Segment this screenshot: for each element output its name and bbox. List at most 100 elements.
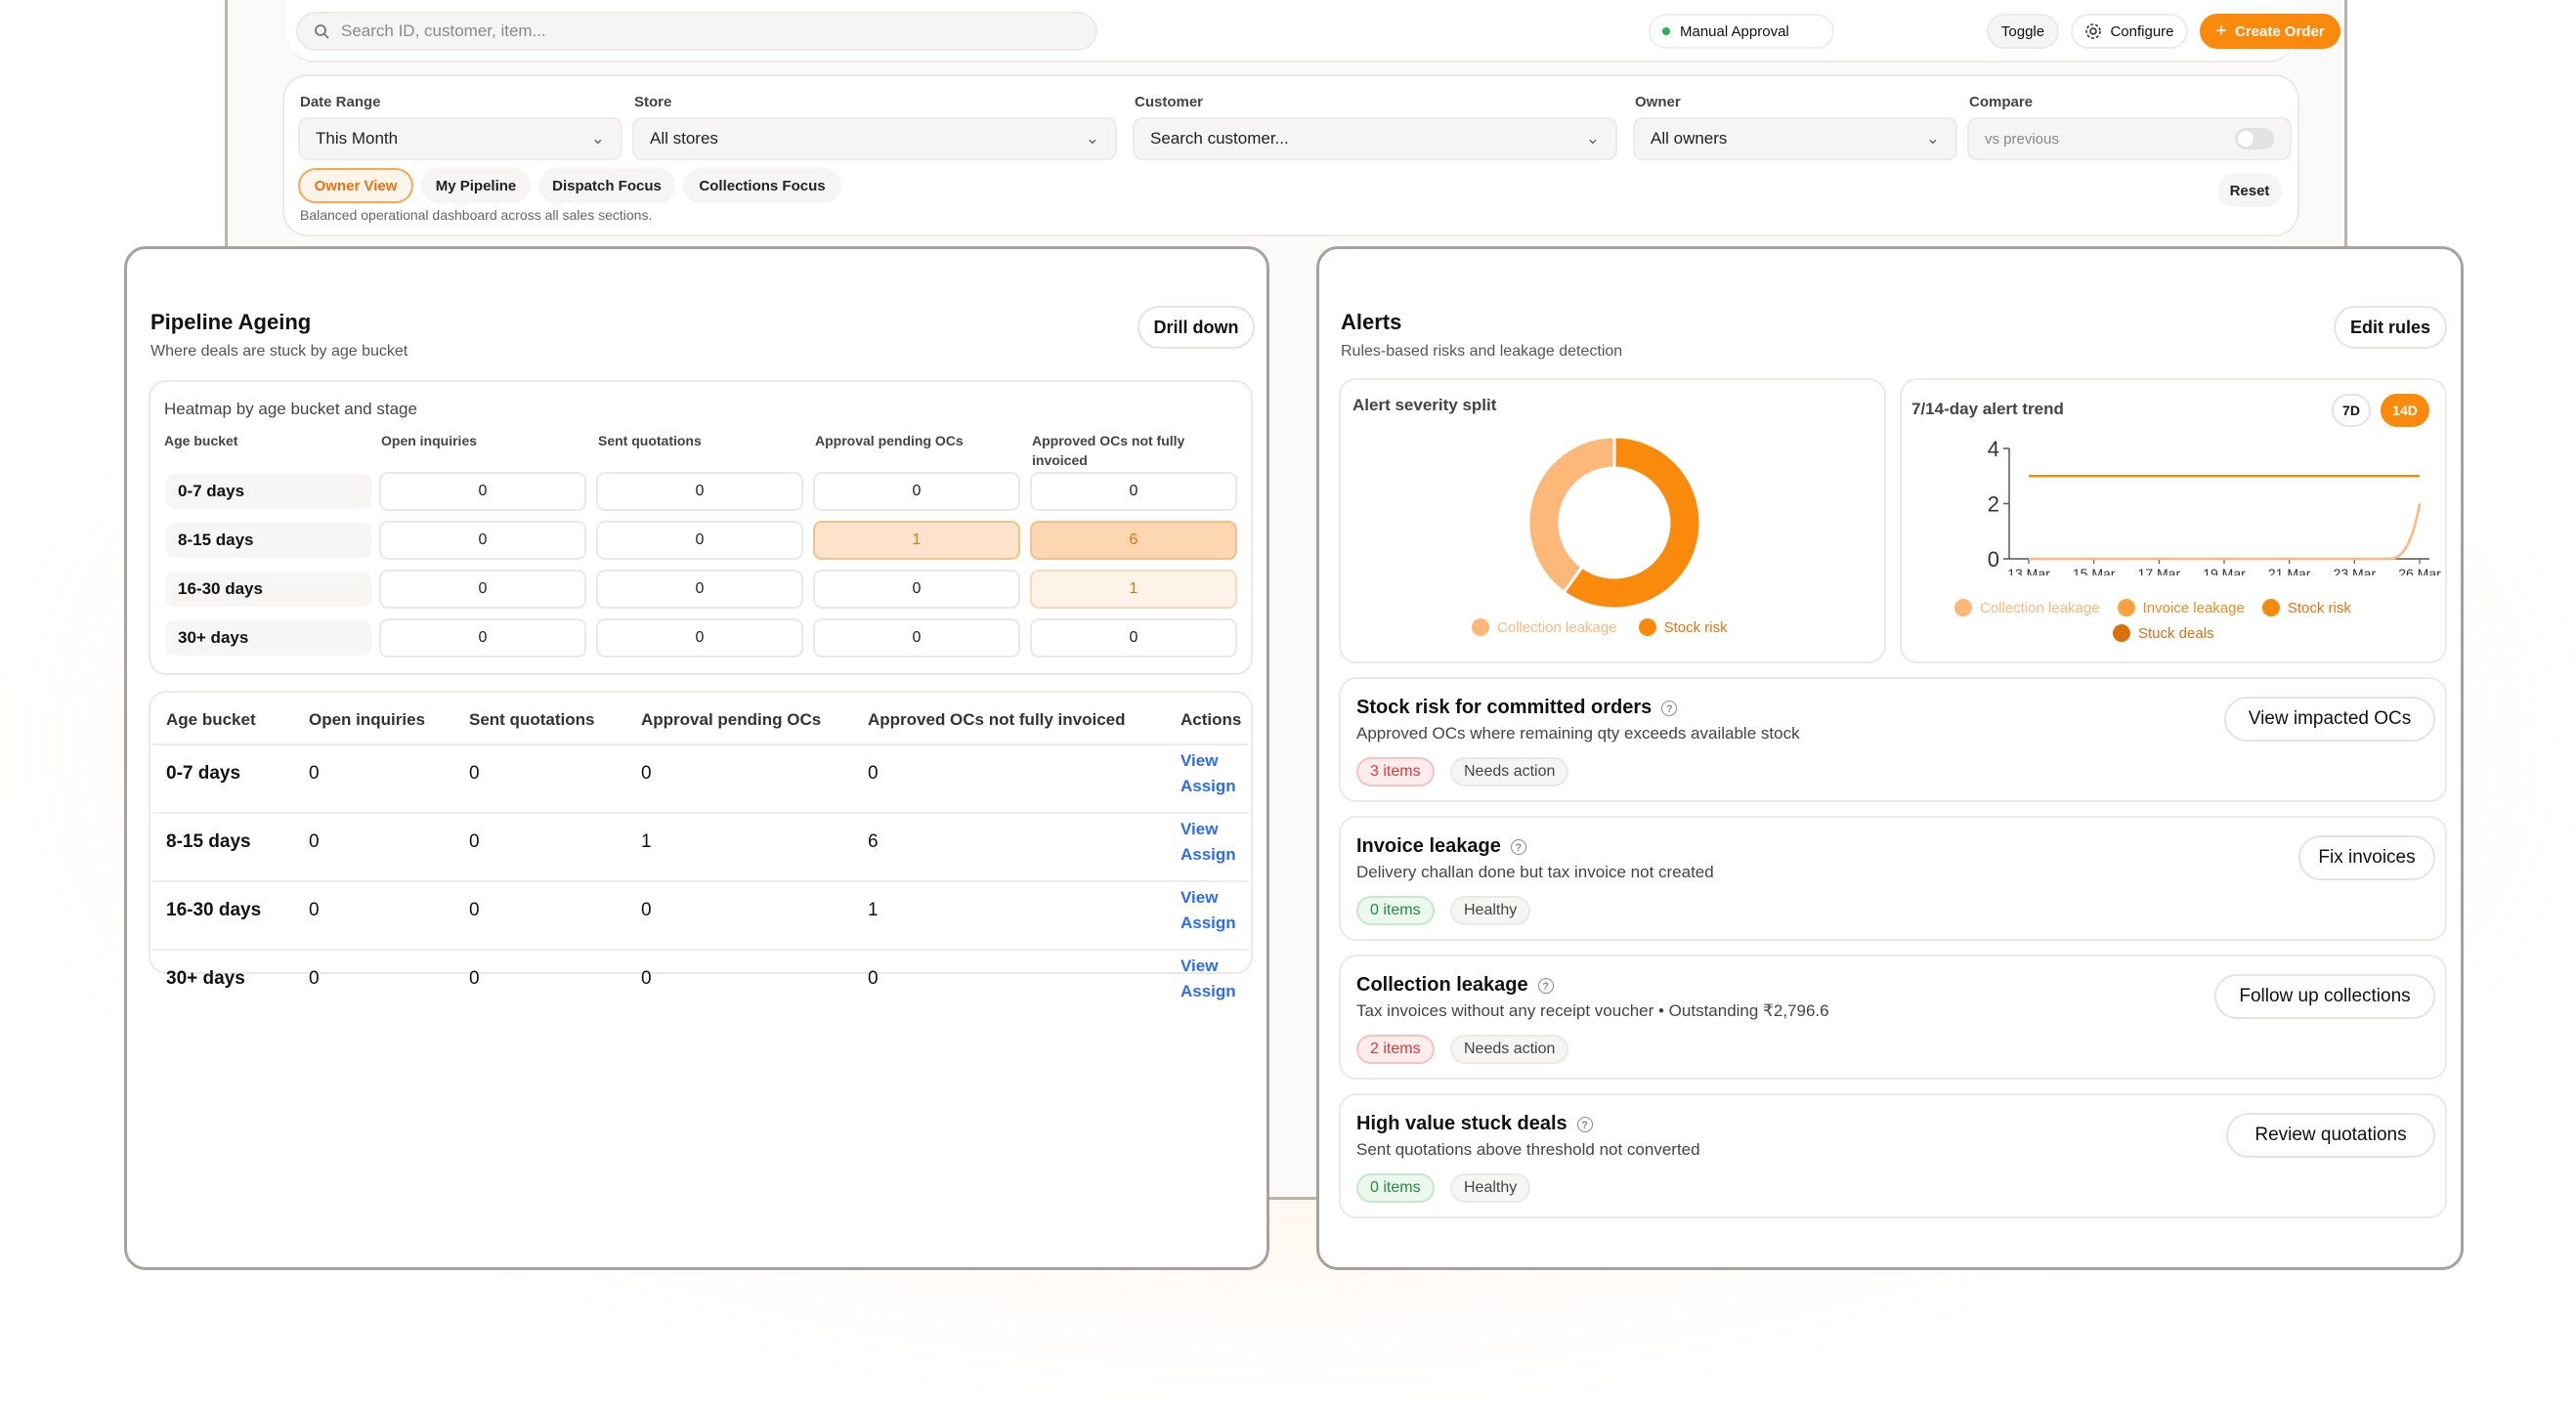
trend-card: 7/14-day alert trend 7D 14D 0 2 4 13 Mar 15 … — [1900, 378, 2447, 663]
chevron-down-icon: ⌄ — [590, 129, 605, 148]
view-link[interactable]: View — [1181, 888, 1218, 908]
heatmap-cell[interactable]: 0 — [379, 570, 586, 609]
heatmap-cell[interactable]: 0 — [379, 618, 586, 658]
toggle-button[interactable]: Toggle — [1987, 14, 2059, 49]
heatmap-cell[interactable]: 0 — [1030, 618, 1237, 658]
create-order-label: Create Order — [2234, 22, 2325, 40]
alert-description: Tax invoices without any receipt voucher… — [1356, 1001, 1829, 1020]
status-badge: Healthy — [1450, 896, 1531, 925]
create-order-button[interactable]: + Create Order — [2200, 14, 2340, 49]
table-cell: 0 — [469, 763, 480, 784]
approval-status: Manual Approval — [1649, 14, 1834, 49]
store-select[interactable]: All stores ⌄ — [632, 117, 1117, 160]
assign-link[interactable]: Assign — [1181, 914, 1236, 933]
status-badge: Needs action — [1450, 1035, 1569, 1064]
heatmap-cell[interactable]: 6 — [1030, 521, 1237, 560]
alert-card-invoice-leakage: Invoice leakage? Delivery challan done b… — [1339, 816, 2447, 941]
table-cell: 0 — [309, 763, 320, 784]
drill-down-button[interactable]: Drill down — [1138, 306, 1255, 349]
heatmap-cell[interactable]: 0 — [1030, 472, 1237, 511]
range-7d-button[interactable]: 7D — [2332, 394, 2371, 427]
heatmap-row-label: 30+ days — [166, 620, 371, 656]
view-chip-pipeline[interactable]: My Pipeline — [421, 168, 531, 203]
table-divider — [152, 949, 1249, 951]
heatmap-cell[interactable]: 0 — [813, 570, 1020, 609]
configure-button[interactable]: Configure — [2071, 14, 2188, 49]
heatmap-cell[interactable]: 0 — [596, 570, 803, 609]
heatmap-col-quotations: Sent quotations — [598, 433, 702, 448]
alert-description: Sent quotations above threshold not conv… — [1356, 1140, 1700, 1159]
review-quotations-button[interactable]: Review quotations — [2226, 1113, 2435, 1158]
search-input[interactable]: Search ID, customer, item... — [296, 12, 1097, 51]
trend-series-line — [2029, 503, 2422, 561]
help-icon[interactable]: ? — [1661, 700, 1678, 716]
chevron-down-icon: ⌄ — [1585, 129, 1600, 148]
view-chip-owner[interactable]: Owner View — [298, 168, 413, 203]
alert-title: Collection leakage? — [1356, 974, 1554, 997]
heatmap-col-pending: Approval pending OCs — [815, 433, 964, 448]
view-chip-dispatch[interactable]: Dispatch Focus — [538, 168, 675, 203]
help-icon[interactable]: ? — [1537, 977, 1554, 994]
heatmap-row-label: 8-15 days — [166, 523, 371, 558]
help-icon[interactable]: ? — [1510, 838, 1526, 855]
assign-link[interactable]: Assign — [1181, 845, 1236, 865]
legend-dot-icon — [2113, 624, 2130, 642]
customer-value: Search customer... — [1150, 129, 1289, 148]
date-range-select[interactable]: This Month ⌄ — [298, 117, 623, 160]
follow-up-collections-button[interactable]: Follow up collections — [2214, 974, 2435, 1019]
count-badge: 0 items — [1356, 896, 1435, 925]
help-icon[interactable]: ? — [1576, 1116, 1593, 1132]
legend-label: Stock risk — [1663, 618, 1728, 636]
heatmap-cell[interactable]: 0 — [596, 618, 803, 658]
view-link[interactable]: View — [1181, 751, 1218, 771]
y-tick-label: 2 — [1988, 492, 1999, 517]
edit-rules-button[interactable]: Edit rules — [2334, 306, 2447, 349]
table-cell: 0 — [868, 968, 879, 989]
heatmap-cell[interactable]: 0 — [379, 472, 586, 511]
alerts-title: Alerts — [1341, 310, 1402, 334]
heatmap-cell[interactable]: 0 — [596, 472, 803, 511]
severity-donut-chart — [1526, 435, 1702, 611]
view-impacted-ocs-button[interactable]: View impacted OCs — [2224, 697, 2435, 742]
legend-dot-icon — [2261, 599, 2280, 616]
legend-dot-icon — [1954, 599, 1972, 616]
alerts-panel: Alerts Rules-based risks and leakage det… — [1316, 246, 2464, 1270]
assign-link[interactable]: Assign — [1181, 982, 1236, 1001]
pipeline-subtitle: Where deals are stuck by age bucket — [150, 343, 408, 360]
owner-select[interactable]: All owners ⌄ — [1633, 117, 1957, 160]
compare-toggle[interactable] — [2235, 128, 2274, 149]
view-link[interactable]: View — [1181, 957, 1218, 976]
view-chip-collections[interactable]: Collections Focus — [683, 168, 841, 203]
donut-slice — [1526, 435, 1616, 595]
customer-select[interactable]: Search customer... ⌄ — [1133, 117, 1617, 160]
legend-label: Invoice leakage — [2142, 599, 2245, 616]
heatmap-cell[interactable]: 1 — [813, 521, 1020, 560]
table-cell: 0 — [309, 900, 320, 920]
table-cell-bucket: 16-30 days — [166, 900, 262, 920]
top-bar: Search ID, customer, item... Manual Appr… — [286, 0, 2340, 63]
view-link[interactable]: View — [1181, 820, 1218, 839]
table-header: Approval pending OCs — [641, 710, 822, 729]
range-14d-button[interactable]: 14D — [2381, 394, 2429, 427]
filter-bar: Date Range This Month ⌄ Store All stores… — [282, 74, 2299, 236]
assign-link[interactable]: Assign — [1181, 777, 1236, 796]
count-badge: 3 items — [1356, 757, 1435, 787]
trend-title: 7/14-day alert trend — [1911, 400, 2064, 418]
reset-button[interactable]: Reset — [2217, 174, 2282, 207]
store-label: Store — [634, 94, 672, 110]
alert-card-collection-leakage: Collection leakage? Tax invoices without… — [1339, 955, 2447, 1080]
table-divider — [152, 880, 1249, 882]
configure-label: Configure — [2110, 22, 2174, 40]
legend-label: Stock risk — [2287, 599, 2351, 616]
heatmap-cell[interactable]: 1 — [1030, 570, 1237, 609]
fix-invoices-button[interactable]: Fix invoices — [2298, 835, 2435, 880]
heatmap-row-label: 16-30 days — [166, 572, 371, 607]
heatmap-cell[interactable]: 0 — [813, 472, 1020, 511]
heatmap-cell[interactable]: 0 — [379, 521, 586, 560]
heatmap-cell[interactable]: 0 — [813, 618, 1020, 658]
status-badge: Healthy — [1450, 1173, 1531, 1203]
table-cell-bucket: 30+ days — [166, 968, 245, 989]
chevron-down-icon: ⌄ — [1085, 129, 1099, 148]
toggle-label: Toggle — [2000, 22, 2045, 40]
heatmap-cell[interactable]: 0 — [596, 521, 803, 560]
